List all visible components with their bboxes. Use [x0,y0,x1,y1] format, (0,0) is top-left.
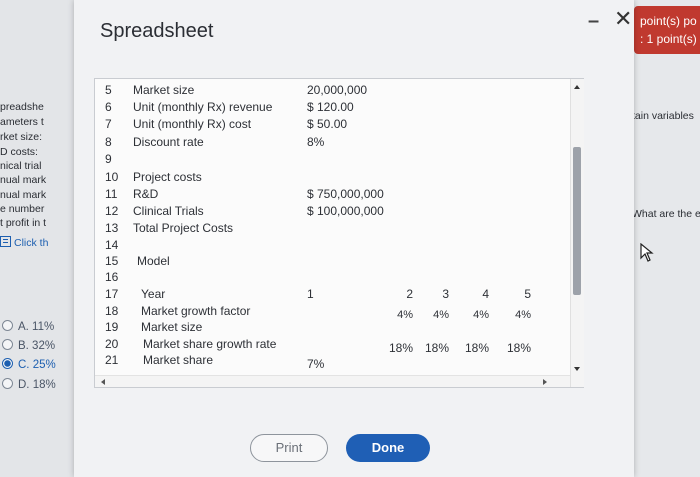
scroll-left-icon[interactable] [101,379,105,385]
answer-option-d-label: D. 18% [18,379,56,391]
row-number: 9 [105,152,112,166]
score-line-2: : 1 point(s) [640,32,697,46]
row-number: 20 [105,337,119,351]
answer-option-a[interactable]: A. 11% [2,320,54,333]
radio-icon [2,339,13,350]
radio-selected-icon [2,358,13,369]
row-number: 6 [105,100,112,114]
row-number: 16 [105,270,119,284]
spreadsheet-icon [0,236,11,247]
bg-right-text-1: tain variables [632,110,694,122]
answer-option-d[interactable]: D. 18% [2,378,56,391]
row-number: 21 [105,353,119,367]
background-right-panel: tain variables What are the e [628,0,700,477]
sheet-row: 19 Market size [95,320,565,337]
row-number: 12 [105,204,119,218]
scroll-thumb[interactable] [573,147,581,295]
cell-label[interactable]: Market share growth rate [143,337,276,351]
cell-label[interactable]: Market growth factor [141,304,250,318]
sheet-row: 11 R&D $ 750,000,000 [95,187,565,204]
sheet-row: 12 Clinical Trials $ 100,000,000 [95,204,565,221]
row-number: 17 [105,287,119,301]
cell-label[interactable]: R&D [133,187,158,201]
row-number: 18 [105,304,119,318]
cell-value[interactable]: $ 100,000,000 [307,204,384,218]
spreadsheet-dialog: Spreadsheet – ✕ 5 Market size 20,000,000… [74,0,654,477]
row-number: 8 [105,135,112,149]
scroll-up-icon[interactable] [574,85,580,89]
cell-label[interactable]: Market share [143,353,213,367]
cell-label[interactable]: Year [141,287,165,301]
row-number: 19 [105,320,119,334]
print-button[interactable]: Print [250,434,328,462]
sheet-row: 9 [95,152,565,169]
sheet-row: 18 Market growth factor 4% 4% 4% 4% [95,304,565,321]
sheet-row: 17 Year 1 2 3 4 5 [95,287,565,304]
cell-label[interactable]: Discount rate [133,135,204,149]
sheet-row: 21 Market share 7% [95,353,565,371]
cell-value[interactable]: $ 750,000,000 [307,187,384,201]
radio-icon [2,378,13,389]
answer-option-c[interactable]: C. 25% [2,358,56,371]
sheet-row: 13 Total Project Costs [95,221,565,238]
cell-label[interactable]: Market size [141,320,202,334]
minimize-icon[interactable]: – [588,10,599,33]
sheet-row: 16 [95,270,565,287]
spreadsheet-grid: 5 Market size 20,000,000 6 Unit (monthly… [94,78,584,388]
scroll-right-icon[interactable] [543,379,547,385]
cell-value[interactable]: 4 [461,287,489,301]
sheet-row: 8 Discount rate 8% [95,135,565,152]
spreadsheet-link-label: Click th [14,237,49,249]
sheet-row: 7 Unit (monthly Rx) cost $ 50.00 [95,117,565,134]
dialog-title: Spreadsheet [100,20,214,42]
sheet-row: 20 Market share growth rate 18% 18% 18% … [95,337,565,355]
sheet-row: 14 [95,238,565,255]
sheet-row: 15 Model [95,254,565,271]
cell-value[interactable]: 20,000,000 [307,83,367,97]
close-icon[interactable]: ✕ [614,6,632,32]
cell-value[interactable]: 3 [421,287,449,301]
score-badge: point(s) po : 1 point(s) [634,6,700,54]
cell-label[interactable]: Model [137,254,170,268]
answer-option-a-label: A. 11% [18,321,55,333]
row-number: 11 [105,187,118,201]
scroll-down-icon[interactable] [574,367,580,371]
row-number: 15 [105,254,119,268]
answer-option-c-label: C. 25% [18,359,56,371]
vertical-scrollbar[interactable] [570,79,584,387]
mouse-cursor-icon [640,243,654,262]
sheet-row: 5 Market size 20,000,000 [95,83,565,100]
answer-option-b-label: B. 32% [18,340,56,352]
cell-label[interactable]: Total Project Costs [133,221,233,235]
done-button[interactable]: Done [346,434,430,462]
cell-label[interactable]: Unit (monthly Rx) cost [133,117,251,131]
cell-value[interactable]: 1 [307,287,314,301]
sheet-row: 6 Unit (monthly Rx) revenue $ 120.00 [95,100,565,117]
horizontal-scrollbar[interactable] [95,375,570,387]
cell-value[interactable]: 2 [385,287,413,301]
sheet-row: 10 Project costs [95,170,565,187]
row-number: 13 [105,221,119,235]
bg-right-text-2: What are the e [632,208,700,220]
row-number: 5 [105,83,112,97]
row-number: 7 [105,117,112,131]
cell-label[interactable]: Clinical Trials [133,204,204,218]
cell-value[interactable]: 8% [307,135,324,149]
cell-value[interactable]: $ 120.00 [307,100,354,114]
radio-icon [2,320,13,331]
cell-value[interactable]: $ 50.00 [307,117,347,131]
row-number: 14 [105,238,119,252]
cell-label[interactable]: Project costs [133,170,202,184]
answer-option-b[interactable]: B. 32% [2,339,55,352]
score-line-1: point(s) po [640,14,697,28]
cell-value[interactable]: 7% [307,357,324,371]
row-number: 10 [105,170,119,184]
cell-label[interactable]: Market size [133,83,194,97]
cell-value[interactable]: 5 [503,287,531,301]
cell-label[interactable]: Unit (monthly Rx) revenue [133,100,272,114]
